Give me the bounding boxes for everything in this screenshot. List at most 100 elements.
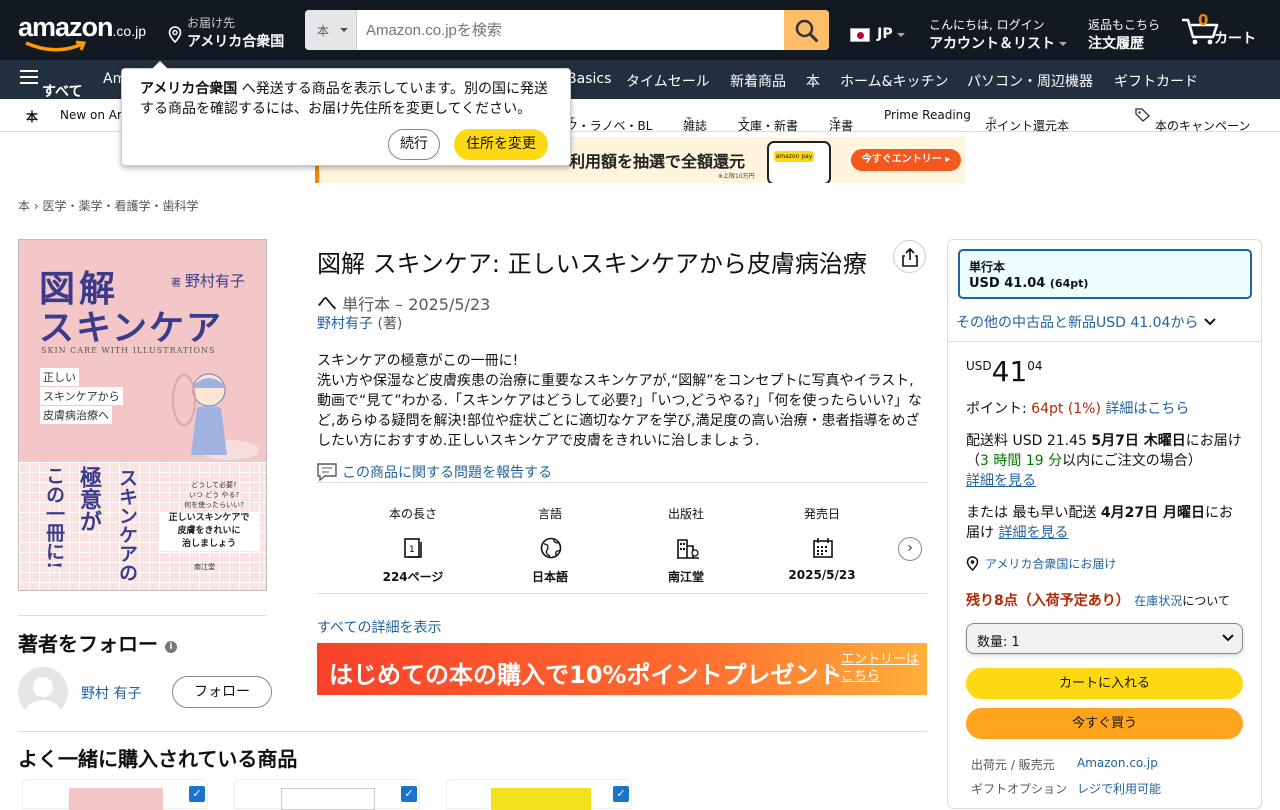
shipping-details-link[interactable]: 詳細を見る xyxy=(966,473,1036,489)
pages-icon: 1 xyxy=(404,538,422,558)
deliver-to[interactable]: お届け先 アメリカ合衆国 xyxy=(168,14,293,51)
account-menu[interactable]: こんにちは, ログイン アカウント＆リスト xyxy=(929,16,1067,53)
subnav-new-on-amazon[interactable]: New on Am xyxy=(60,108,129,122)
phone-illustration: amazon pay xyxy=(767,141,831,183)
cover-vertical-1: スキンケアの xyxy=(116,468,138,582)
frequently-bought-title: よく一緒に購入されている商品 xyxy=(18,747,298,771)
cover-questions: どうして必要? いつ どう やる? 何を使ったらいい? xyxy=(184,481,244,509)
other-offers-link[interactable]: その他の中古品と新品USD 41.04から xyxy=(956,312,1217,332)
amazon-logo[interactable]: amazon.co.jp xyxy=(18,12,146,52)
nav-item-new[interactable]: 新着商品 xyxy=(730,71,786,91)
divider xyxy=(948,341,1261,342)
title-continuation: へ xyxy=(317,291,337,315)
add-to-cart-button[interactable]: カートに入れる xyxy=(966,668,1243,699)
cover-vertical-2: 極意が xyxy=(76,466,102,532)
chevron-down-icon xyxy=(1222,634,1234,642)
report-issue-link[interactable]: この商品に関する問題を報告する xyxy=(317,462,552,482)
search-category-select[interactable]: 本 xyxy=(305,10,357,50)
breadcrumb-medical[interactable]: 医学・薬学・看護学・歯科学 xyxy=(42,199,198,213)
book-cover-image[interactable]: 図解 スキンケア 著 野村有子 SKIN CARE WITH ILLUSTRAT… xyxy=(18,239,267,591)
nav-item-pc[interactable]: パソコン・周辺機器 xyxy=(967,71,1093,91)
product-description: スキンケアの極意がこの一冊に! 洗い方や保湿など皮膚疾患の治療に重要なスキンケア… xyxy=(317,351,927,451)
author-avatar[interactable] xyxy=(18,667,68,717)
search-button[interactable] xyxy=(784,10,829,50)
banner-note: ※上限10万円 xyxy=(718,173,755,180)
shipper-value[interactable]: Amazon.co.jp xyxy=(1077,756,1158,770)
logo-text: amazon xyxy=(18,12,114,42)
fbt-item[interactable] xyxy=(446,779,632,810)
stock-link[interactable]: 在庫状況 xyxy=(1134,594,1182,608)
attr-page-count: 本の長さ 1 224ページ xyxy=(382,507,444,584)
location-pin-icon xyxy=(966,556,979,572)
quantity-select[interactable]: 数量: 1 xyxy=(966,623,1243,654)
nav-item-home-kitchen[interactable]: ホーム&キッチン xyxy=(840,71,949,91)
all-menu-button[interactable]: すべて xyxy=(20,70,82,100)
gift-value[interactable]: レジで利用可能 xyxy=(1077,780,1161,797)
search-icon xyxy=(795,19,818,42)
subnav-prime-reading[interactable]: Prime Reading xyxy=(884,108,971,122)
nav-item-books[interactable]: 本 xyxy=(806,71,820,91)
orders-link[interactable]: 返品もこちら 注文履歴 xyxy=(1088,16,1160,53)
follow-author-name[interactable]: 野村 有子 xyxy=(81,683,141,703)
points-promo-banner[interactable]: はじめての本の購入で10%ポイントプレゼント › エントリーは こちら xyxy=(317,643,927,695)
attributes-next-button[interactable]: › xyxy=(898,537,922,561)
deliver-label: お届け先 xyxy=(187,16,236,30)
format-selector-selected[interactable]: 単行本 USD 41.04 (64pt) xyxy=(958,249,1252,299)
points-details-link[interactable]: 詳細はこちら xyxy=(1105,401,1189,417)
language-selector[interactable]: JP xyxy=(850,26,905,42)
promo-text: はじめての本の購入で10%ポイントプレゼント xyxy=(329,661,843,689)
banner-entry-button[interactable]: 今すぐエントリー ▸ xyxy=(851,149,961,171)
address-popover: アメリカ合衆国 へ発送する商品を表示しています。別の国に発送する商品を確認するに… xyxy=(121,61,571,166)
fbt-item[interactable] xyxy=(22,779,208,810)
promo-entry-link[interactable]: エントリーは こちら xyxy=(841,651,919,685)
cart-count: 0 xyxy=(1198,11,1209,29)
svg-text:1: 1 xyxy=(409,545,415,555)
chevron-down-icon xyxy=(1204,318,1216,326)
attr-publisher: 出版社 南江堂 xyxy=(667,507,704,584)
fbt-item[interactable] xyxy=(234,779,420,810)
japan-flag-icon xyxy=(850,27,870,42)
breadcrumb-books[interactable]: 本 xyxy=(18,199,30,213)
cart-button[interactable]: 0 カート xyxy=(1180,11,1275,48)
all-details-link[interactable]: すべての詳細を表示 xyxy=(317,617,441,637)
logo-suffix: .co.jp xyxy=(112,23,146,39)
description-heading: スキンケアの極意がこの一冊に! xyxy=(317,353,519,369)
subnav-campaign[interactable]: 本のキャンペーン xyxy=(1135,108,1250,133)
continue-button[interactable]: 続行 xyxy=(388,129,440,160)
nav-item-basics[interactable]: Basics xyxy=(567,71,611,87)
gift-label: ギフトオプション xyxy=(971,782,1068,796)
greeting: こんにちは, ログイン xyxy=(929,18,1045,32)
illustration-woman xyxy=(172,373,259,460)
feedback-icon xyxy=(317,463,337,482)
nav-item-giftcard[interactable]: ギフトカード xyxy=(1114,71,1198,91)
divider xyxy=(18,731,927,732)
share-button[interactable] xyxy=(893,240,926,273)
globe-icon xyxy=(540,537,562,559)
nav-item-timesale[interactable]: タイムセール xyxy=(626,71,710,91)
search-input[interactable] xyxy=(357,10,785,50)
chevron-down-icon xyxy=(896,32,905,41)
cover-highlight: 正しいスキンケアで 皮膚をきれいに 治しましょう xyxy=(159,512,259,551)
change-address-button[interactable]: 住所を変更 xyxy=(454,129,548,160)
account-lists: アカウント＆リスト xyxy=(929,33,1067,53)
buy-now-button[interactable]: 今すぐ買う xyxy=(966,708,1243,739)
cover-title2: スキンケア xyxy=(39,308,223,349)
breadcrumb: 本 › 医学・薬学・看護学・歯科学 xyxy=(18,197,198,214)
fastest-details-link[interactable]: 詳細を見る xyxy=(998,525,1068,541)
smile-icon xyxy=(25,40,87,52)
cover-english-title: SKIN CARE WITH ILLUSTRATIONS xyxy=(41,346,216,355)
attr-language: 言語 日本語 xyxy=(531,507,568,584)
deliver-location-link[interactable]: アメリカ合衆国にお届け xyxy=(966,554,1246,574)
info-icon[interactable]: i xyxy=(164,641,177,653)
follow-author-title: 著者をフォロー i xyxy=(18,628,177,657)
format-name: 単行本 xyxy=(969,260,1006,274)
banner-text: 利用額を抽選で全額還元 xyxy=(569,152,746,171)
shipping-info: 配送料 USD 21.45 5月7日 木曜日にお届け （3 時間 19 分以内に… xyxy=(966,433,1242,489)
language-code: JP xyxy=(877,26,893,42)
subnav-section[interactable]: 本 xyxy=(26,108,38,125)
user-silhouette-icon xyxy=(25,677,61,717)
product-title: 図解 スキンケア: 正しいスキンケアから皮膚病治療 xyxy=(317,250,867,278)
share-icon xyxy=(902,247,918,267)
follow-button[interactable]: フォロー xyxy=(172,676,272,708)
author-link[interactable]: 野村有子 xyxy=(317,316,373,332)
